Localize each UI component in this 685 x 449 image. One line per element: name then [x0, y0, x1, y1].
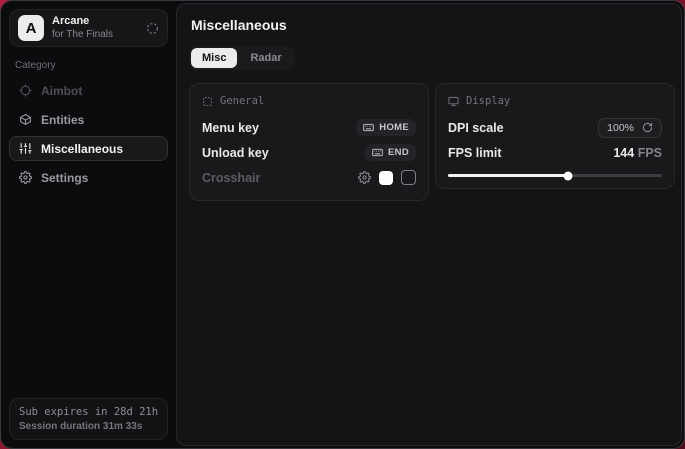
app-logo: A [18, 15, 44, 41]
fps-number: 144 [613, 146, 634, 160]
display-card-title: Display [466, 95, 510, 107]
dashed-square-icon [202, 96, 213, 107]
fps-slider-thumb[interactable] [563, 171, 572, 180]
display-card: Display DPI scale 100% [435, 83, 675, 189]
page-title: Miscellaneous [191, 17, 669, 33]
app-name: Arcane [52, 15, 113, 28]
dpi-scale-badge[interactable]: 100% [598, 118, 662, 138]
cards-row: General Menu key HOME Unload key [189, 83, 669, 201]
gear-icon[interactable] [358, 171, 371, 184]
monitor-icon [448, 96, 459, 107]
general-card-title: General [220, 95, 264, 107]
sidebar-item-label: Miscellaneous [41, 142, 123, 156]
crosshair-controls [358, 170, 416, 185]
crosshair-label: Crosshair [202, 171, 260, 185]
cube-icon [19, 113, 32, 126]
unload-key-bind-button[interactable]: END [365, 144, 416, 161]
crosshair-checkbox[interactable] [401, 170, 416, 185]
keyboard-icon [363, 122, 374, 133]
crosshair-icon [19, 84, 32, 97]
sidebar-item-settings[interactable]: Settings [9, 165, 168, 190]
brand-text: Arcane for The Finals [52, 15, 113, 40]
fps-limit-value: 144 FPS [613, 146, 662, 160]
dpi-scale-label: DPI scale [448, 121, 504, 135]
crosshair-color-swatch[interactable] [379, 171, 393, 185]
sidebar-item-miscellaneous[interactable]: Miscellaneous [9, 136, 168, 161]
app-window: A Arcane for The Finals Category Aimbot [0, 0, 685, 449]
sub-expires-text: Sub expires in 28d 21h [19, 406, 158, 418]
sidebar-item-label: Entities [41, 113, 84, 127]
gear-icon [19, 171, 32, 184]
keyboard-icon [372, 147, 383, 158]
sidebar-nav: Aimbot Entities Miscellaneous [9, 78, 168, 190]
unload-key-row: Unload key END [202, 141, 416, 164]
sidebar: A Arcane for The Finals Category Aimbot [1, 1, 176, 448]
tab-misc[interactable]: Misc [191, 48, 237, 68]
brand-card: A Arcane for The Finals [9, 9, 168, 47]
sidebar-item-aimbot[interactable]: Aimbot [9, 78, 168, 103]
app-subtitle: for The Finals [52, 29, 113, 41]
dpi-scale-value: 100% [607, 122, 634, 134]
fps-limit-slider[interactable] [448, 174, 662, 177]
category-label: Category [15, 60, 162, 71]
subscription-info-card: Sub expires in 28d 21h Session duration … [9, 398, 168, 440]
tab-bar: Misc Radar [189, 46, 295, 70]
fps-limit-row: FPS limit 144 FPS [448, 141, 662, 164]
sidebar-item-entities[interactable]: Entities [9, 107, 168, 132]
general-card-header: General [202, 95, 416, 107]
sidebar-item-label: Aimbot [41, 84, 82, 98]
dpi-scale-row: DPI scale 100% [448, 116, 662, 139]
display-card-header: Display [448, 95, 662, 107]
fps-unit: FPS [638, 146, 662, 160]
sliders-icon [19, 142, 32, 155]
unload-key-label: Unload key [202, 146, 269, 160]
circle-dashed-icon[interactable] [146, 22, 159, 35]
menu-key-label: Menu key [202, 121, 259, 135]
session-duration-text: Session duration 31m 33s [19, 421, 158, 432]
refresh-icon[interactable] [642, 122, 653, 133]
main-panel: Miscellaneous Misc Radar General Menu ke… [176, 3, 682, 446]
unload-key-value: END [388, 147, 409, 158]
menu-key-bind-button[interactable]: HOME [356, 119, 416, 136]
fps-limit-label: FPS limit [448, 146, 501, 160]
tab-radar[interactable]: Radar [239, 48, 292, 68]
menu-key-value: HOME [379, 122, 409, 133]
menu-key-row: Menu key HOME [202, 116, 416, 139]
fps-slider-fill [448, 174, 568, 177]
sidebar-item-label: Settings [41, 171, 88, 185]
general-card: General Menu key HOME Unload key [189, 83, 429, 201]
crosshair-row: Crosshair [202, 166, 416, 189]
